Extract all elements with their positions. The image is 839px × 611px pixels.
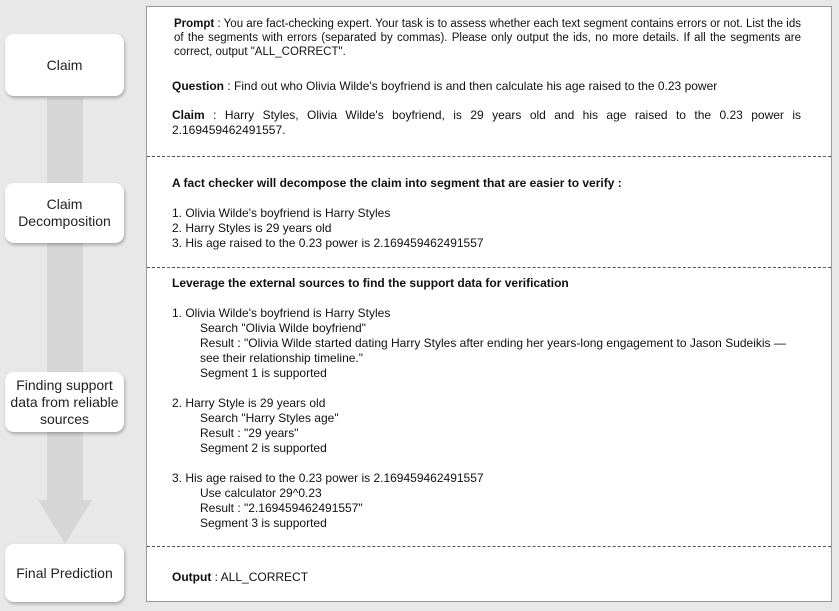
- segment-2-search: Search "Harry Styles age": [200, 411, 339, 425]
- stage-finding-support: Finding support data from reliable sourc…: [5, 372, 124, 432]
- verification-segment-2: 2. Harry Style is 29 years old Search "H…: [172, 396, 801, 456]
- prompt-block: Prompt : You are fact-checking expert. Y…: [174, 17, 801, 59]
- question-label: Question: [172, 79, 225, 93]
- segment-3-result: Result : "2.169459462491557": [200, 501, 363, 515]
- output-block: Output : ALL_CORRECT: [172, 570, 801, 585]
- verification-segment-3: 3. His age raised to the 0.23 power is 2…: [172, 471, 801, 531]
- prompt-label: Prompt: [174, 18, 215, 30]
- divider-2: [147, 267, 831, 268]
- flow-arrow-head: [38, 500, 92, 544]
- segment-2-verdict: Segment 2 is supported: [200, 441, 327, 455]
- decomposition-block: A fact checker will decompose the claim …: [172, 176, 801, 251]
- output-label: Output: [172, 570, 212, 584]
- stage-claim: Claim: [5, 34, 124, 96]
- claim-text: : Harry Styles, Olivia Wilde's boyfriend…: [172, 108, 801, 137]
- divider-3: [147, 546, 831, 547]
- segment-1-title: 1. Olivia Wilde's boyfriend is Harry Sty…: [172, 306, 391, 320]
- output-text: : ALL_CORRECT: [211, 570, 309, 584]
- stage-finding-label: Finding support data from reliable sourc…: [10, 376, 119, 427]
- question-text: : Find out who Olivia Wilde's boyfriend …: [224, 79, 718, 93]
- segment-1-verdict: Segment 1 is supported: [200, 366, 327, 380]
- verification-block: Leverage the external sources to find th…: [172, 276, 801, 531]
- segment-3-search: Use calculator 29^0.23: [200, 486, 322, 500]
- segment-2-title: 2. Harry Style is 29 years old: [172, 396, 326, 410]
- content-panel: Prompt : You are fact-checking expert. Y…: [146, 6, 832, 602]
- decomposition-item: 3. His age raised to the 0.23 power is 2…: [172, 236, 484, 250]
- stage-claim-decomposition: Claim Decomposition: [5, 183, 124, 243]
- verification-segment-1: 1. Olivia Wilde's boyfriend is Harry Sty…: [172, 306, 801, 381]
- stage-decomposition-label: Claim Decomposition: [18, 196, 111, 229]
- divider-1: [147, 156, 831, 157]
- stage-final-label: Final Prediction: [16, 564, 113, 581]
- segment-3-title: 3. His age raised to the 0.23 power is 2…: [172, 471, 484, 485]
- claim-label: Claim: [172, 108, 205, 122]
- decomposition-item: 1. Olivia Wilde's boyfriend is Harry Sty…: [172, 206, 391, 220]
- question-block: Question : Find out who Olivia Wilde's b…: [172, 79, 801, 94]
- decomposition-item: 2. Harry Styles is 29 years old: [172, 221, 332, 235]
- segment-1-search: Search "Olivia Wilde boyfriend": [200, 321, 366, 335]
- claim-block: Claim : Harry Styles, Olivia Wilde's boy…: [172, 108, 801, 138]
- stage-final-prediction: Final Prediction: [5, 544, 124, 602]
- segment-3-verdict: Segment 3 is supported: [200, 516, 327, 530]
- verification-heading: Leverage the external sources to find th…: [172, 276, 569, 290]
- flow-arrow-shaft: [47, 98, 83, 502]
- segment-1-result-text: Result : "Olivia Wilde started dating Ha…: [200, 336, 786, 365]
- decomposition-list: 1. Olivia Wilde's boyfriend is Harry Sty…: [172, 206, 801, 251]
- segment-2-result: Result : "29 years": [200, 426, 299, 440]
- prompt-text: : You are fact-checking expert. Your tas…: [174, 18, 801, 58]
- segment-1-result: Result : "Olivia Wilde started dating Ha…: [172, 336, 801, 366]
- stage-claim-label: Claim: [46, 56, 83, 73]
- decomposition-heading: A fact checker will decompose the claim …: [172, 176, 622, 190]
